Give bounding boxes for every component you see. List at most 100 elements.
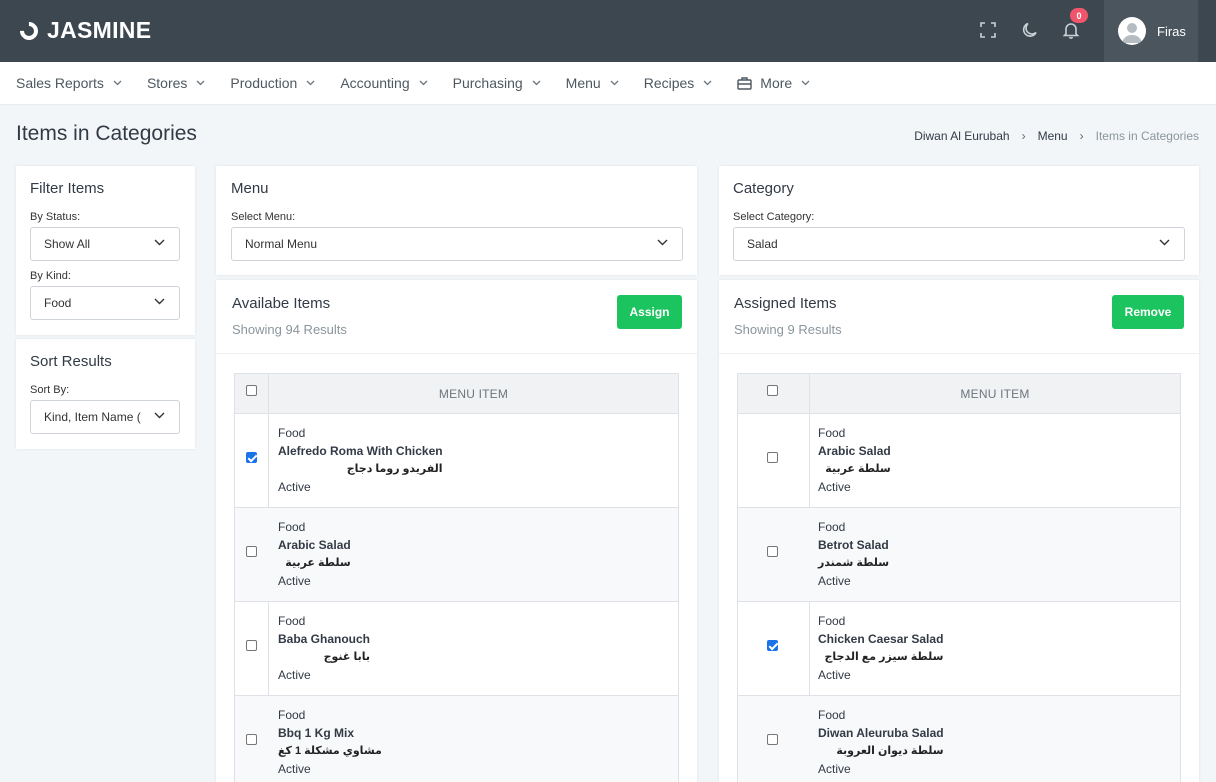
nav-sales-reports[interactable]: Sales Reports <box>16 75 122 91</box>
table-row[interactable]: Food Baba Ghanouch بابا غنوج Active <box>235 602 678 696</box>
item-name: Alefredo Roma With Chicken <box>278 444 443 458</box>
category-select-label: Select Category: <box>733 211 815 223</box>
item-kind: Food <box>818 520 846 534</box>
nav-menu[interactable]: Menu <box>566 75 619 91</box>
table-row[interactable]: Food Betrot Salad سلطة شمندر Active <box>738 508 1180 602</box>
breadcrumb-item[interactable]: Diwan Al Eurubah <box>914 129 1009 143</box>
filter-card: Filter Items By Status: Show All By Kind… <box>16 166 195 335</box>
available-title: Availabe Items <box>232 295 331 312</box>
row-checkbox[interactable] <box>246 734 257 745</box>
menu-card: Menu Select Menu: Normal Menu <box>216 166 697 275</box>
item-kind: Food <box>818 426 846 440</box>
item-kind: Food <box>278 614 306 628</box>
breadcrumb-item[interactable]: Menu <box>1038 129 1068 143</box>
nav-label: More <box>760 75 793 91</box>
row-checkbox[interactable] <box>246 640 257 651</box>
table-row[interactable]: Food Diwan Aleuruba Salad سلطة ديوان الع… <box>738 696 1180 782</box>
row-checkbox[interactable] <box>767 546 778 557</box>
chevron-down-icon <box>703 80 712 86</box>
item-arabic-name: سلطة شمندر <box>818 557 890 569</box>
sort-select-value: Kind, Item Name ( <box>44 410 141 424</box>
chevron-down-icon <box>196 80 205 86</box>
nav-recipes[interactable]: Recipes <box>644 75 713 91</box>
remove-button[interactable]: Remove <box>1112 295 1184 329</box>
kind-select-value: Food <box>44 296 72 310</box>
chevron-down-icon <box>154 239 165 246</box>
nav-label: Recipes <box>643 75 695 91</box>
nav-label: Production <box>230 75 298 91</box>
table-row[interactable]: Food Alefredo Roma With Chicken الفريدو … <box>235 414 678 508</box>
page-title: Items in Categories <box>16 122 197 145</box>
row-content: Food Betrot Salad سلطة شمندر Active <box>818 518 889 590</box>
row-checkbox[interactable] <box>246 452 257 463</box>
table-row[interactable]: Food Arabic Salad سلطة عربية Active <box>738 414 1180 508</box>
nav-label: Purchasing <box>452 75 523 91</box>
menu-select-value: Normal Menu <box>245 237 318 251</box>
assign-button[interactable]: Assign <box>617 295 682 329</box>
item-arabic-name: الفريدو روما دجاج <box>346 463 443 475</box>
assigned-items-card: Assigned Items Showing 9 Results Remove … <box>719 280 1199 782</box>
item-name: Diwan Aleuruba Salad <box>818 726 944 740</box>
fullscreen-icon[interactable] <box>978 20 998 40</box>
select-all-checkbox[interactable] <box>246 385 257 396</box>
item-kind: Food <box>818 708 846 722</box>
filter-title: Filter Items <box>30 180 105 197</box>
kind-select[interactable]: Food <box>30 286 180 320</box>
main-nav: Sales Reports Stores Production Accounti… <box>0 62 1216 104</box>
row-checkbox[interactable] <box>767 452 778 463</box>
row-checkbox[interactable] <box>767 640 778 651</box>
row-checkbox[interactable] <box>246 546 257 557</box>
available-items-table: MENU ITEM Food Alefredo Roma With Chicke… <box>234 373 679 782</box>
table-row[interactable]: Food Arabic Salad سلطة عربية Active <box>235 508 678 602</box>
briefcase-icon <box>737 76 752 90</box>
chevron-right-icon: › <box>1021 129 1026 143</box>
nav-more[interactable]: More <box>737 75 810 91</box>
item-kind: Food <box>818 614 846 628</box>
row-content: Food Alefredo Roma With Chicken الفريدو … <box>278 424 443 496</box>
item-kind: Food <box>278 708 306 722</box>
table-row[interactable]: Food Chicken Caesar Salad سلطة سيزر مع ا… <box>738 602 1180 696</box>
chevron-down-icon <box>657 239 668 246</box>
menu-select-label: Select Menu: <box>231 211 296 223</box>
row-checkbox[interactable] <box>767 734 778 745</box>
available-count: Showing 94 Results <box>232 322 347 337</box>
chevron-down-icon <box>419 80 428 86</box>
sort-label: Sort By: <box>30 384 70 396</box>
bell-icon[interactable] <box>1061 20 1081 40</box>
avatar <box>1118 17 1146 45</box>
select-all-checkbox[interactable] <box>767 385 778 396</box>
app-logo[interactable]: JASMINE <box>16 17 151 44</box>
row-content: Food Arabic Salad سلطة عربية Active <box>818 424 891 496</box>
chevron-down-icon <box>1159 239 1170 246</box>
nav-purchasing[interactable]: Purchasing <box>453 75 541 91</box>
nav-label: Accounting <box>340 75 410 91</box>
chevron-down-icon <box>154 298 165 305</box>
category-select[interactable]: Salad <box>733 227 1185 261</box>
user-menu[interactable]: Firas <box>1104 0 1198 62</box>
sort-select[interactable]: Kind, Item Name ( <box>30 400 180 434</box>
menu-item-column-header: MENU ITEM <box>438 387 509 401</box>
nav-accounting[interactable]: Accounting <box>340 75 428 91</box>
dark-mode-moon-icon[interactable] <box>1020 20 1040 40</box>
nav-label: Sales Reports <box>16 75 104 91</box>
assigned-items-table: MENU ITEM Food Arabic Salad سلطة عربية A… <box>737 373 1181 782</box>
category-select-value: Salad <box>747 237 778 251</box>
item-name: Bbq 1 Kg Mix <box>278 726 355 740</box>
item-status: Active <box>278 762 311 776</box>
user-name: Firas <box>1157 23 1186 39</box>
item-name: Arabic Salad <box>818 444 891 458</box>
table-row[interactable]: Food Bbq 1 Kg Mix مشاوي مشكلة 1 كغ Activ… <box>235 696 678 782</box>
item-status: Active <box>818 480 851 494</box>
nav-production[interactable]: Production <box>230 75 315 91</box>
item-name: Arabic Salad <box>278 538 351 552</box>
item-arabic-name: مشاوي مشكلة 1 كغ <box>278 745 382 757</box>
status-select[interactable]: Show All <box>30 227 180 261</box>
sort-title: Sort Results <box>30 353 112 370</box>
nav-stores[interactable]: Stores <box>147 75 205 91</box>
item-arabic-name: سلطة عربية <box>825 463 891 475</box>
row-content: Food Arabic Salad سلطة عربية Active <box>278 518 351 590</box>
status-select-value: Show All <box>44 237 91 251</box>
table-header: MENU ITEM <box>235 374 678 414</box>
item-name: Chicken Caesar Salad <box>818 632 944 646</box>
menu-select[interactable]: Normal Menu <box>231 227 683 261</box>
